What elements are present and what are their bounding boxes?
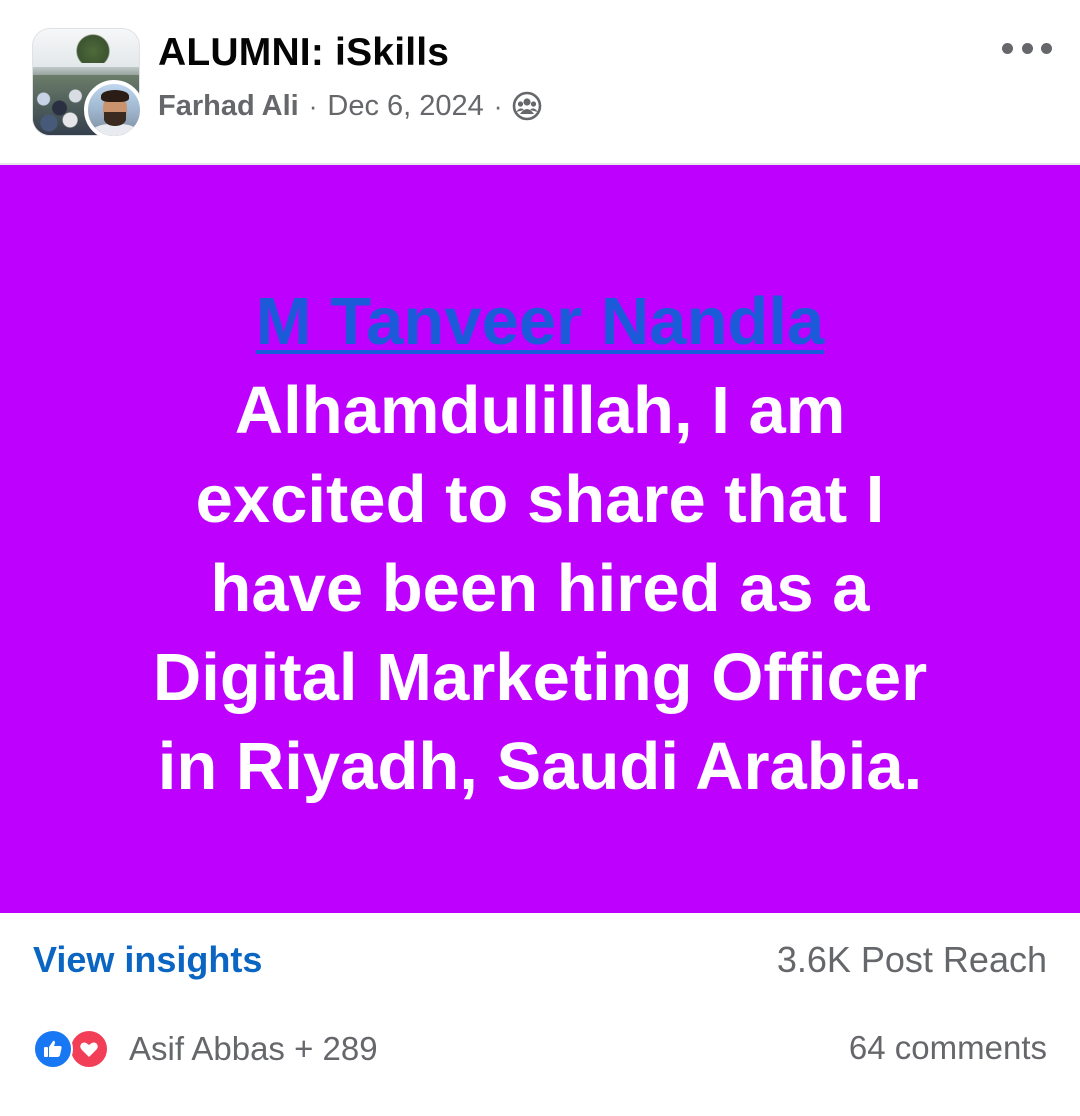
mention-link[interactable]: M Tanveer Nandla xyxy=(256,277,824,366)
meta-separator: · xyxy=(308,90,318,121)
post-text-card: M Tanveer Nandla Alhamdulillah, I am exc… xyxy=(0,165,1080,913)
post-body-line: Alhamdulillah, I am xyxy=(234,373,846,448)
members-group-icon[interactable] xyxy=(512,91,542,121)
like-icon xyxy=(33,1029,73,1069)
post-meta: Farhad Ali · Dec 6, 2024 · xyxy=(158,86,542,126)
reactions-summary[interactable]: Asif Abbas + 289 xyxy=(33,1027,378,1071)
post-body-line: Digital Marketing Officer xyxy=(152,640,928,715)
group-name[interactable]: ALUMNI: iSkills xyxy=(158,30,449,76)
author-avatar[interactable] xyxy=(84,80,144,140)
post-text: M Tanveer Nandla Alhamdulillah, I am exc… xyxy=(40,277,1040,811)
post-body-line: have been hired as a xyxy=(210,551,870,626)
view-insights-link[interactable]: View insights xyxy=(33,939,262,981)
post-date[interactable]: Dec 6, 2024 xyxy=(327,90,483,123)
post-body-line: in Riyadh, Saudi Arabia. xyxy=(157,729,923,804)
love-icon xyxy=(69,1029,109,1069)
reactors-text[interactable]: Asif Abbas + 289 xyxy=(129,1030,378,1068)
post-header: ALUMNI: iSkills Farhad Ali · Dec 6, 2024… xyxy=(0,0,1080,164)
avatar-group[interactable] xyxy=(32,28,144,140)
reaction-icons xyxy=(33,1027,117,1071)
post-body-line: excited to share that I xyxy=(195,462,885,537)
comments-count[interactable]: 64 comments xyxy=(849,1029,1047,1067)
more-options-icon[interactable] xyxy=(1002,38,1052,58)
meta-separator: · xyxy=(493,90,503,121)
post-reach: 3.6K Post Reach xyxy=(776,939,1047,980)
post-footer: View insights 3.6K Post Reach Asif Abbas… xyxy=(0,913,1080,1116)
author-name[interactable]: Farhad Ali xyxy=(158,90,299,123)
